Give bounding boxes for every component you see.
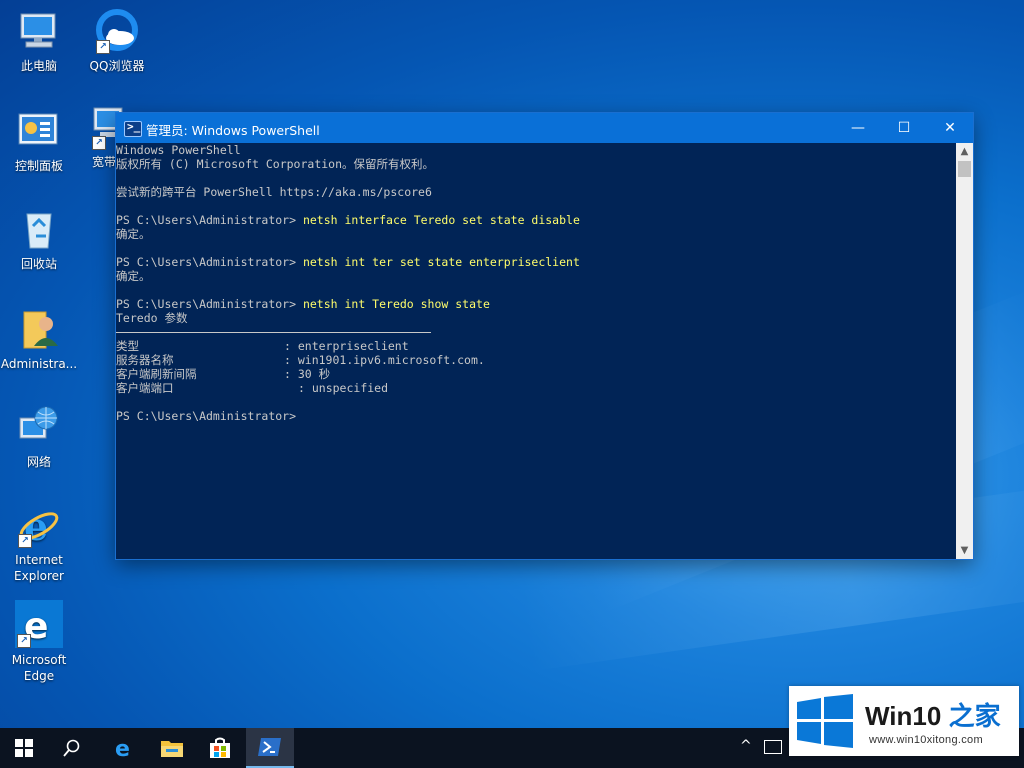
- console-line: Windows PowerShell: [116, 143, 241, 157]
- console-command-line: PS C:\Users\Administrator> netsh interfa…: [116, 213, 580, 227]
- watermark-brand-accent: 之家: [948, 701, 1001, 731]
- console-line: 确定。: [116, 269, 151, 283]
- user-folder-icon: [16, 306, 62, 352]
- console-output[interactable]: Windows PowerShell 版权所有 (C) Microsoft Co…: [116, 143, 956, 559]
- shortcut-arrow-icon: ↗: [18, 534, 32, 548]
- desktop-icon-label: Internet Explorer: [14, 553, 64, 583]
- param-row: 客户端端口: unspecified: [116, 381, 388, 395]
- microsoft-edge-icon: e: [115, 737, 130, 760]
- desktop-icon-administrator[interactable]: Administra...: [0, 306, 78, 372]
- window-title: 管理员: Windows PowerShell: [146, 123, 320, 138]
- console-line: Teredo 参数: [116, 311, 188, 325]
- windows-flag-icon: [797, 694, 853, 748]
- taskbar-powershell-button[interactable]: [246, 728, 294, 768]
- scrollbar-thumb[interactable]: [958, 161, 971, 177]
- computer-icon: [16, 8, 62, 54]
- microsoft-edge-icon: e ↗: [15, 600, 63, 648]
- param-value: unspecified: [311, 381, 389, 395]
- command-text: netsh interface Teredo set state disable: [302, 213, 580, 227]
- console-prompt-line: PS C:\Users\Administrator>: [116, 409, 297, 423]
- svg-text:e: e: [115, 737, 130, 760]
- network-globe-icon: [16, 404, 62, 450]
- recycle-bin-icon: [16, 206, 62, 252]
- desktop-icon-label: QQ浏览器: [89, 59, 145, 73]
- console-line: 尝试新的跨平台 PowerShell https://aka.ms/pscore…: [116, 185, 432, 199]
- taskbar-store-button[interactable]: [196, 728, 244, 768]
- shortcut-arrow-icon: ↗: [92, 136, 106, 150]
- command-text: netsh int ter set state enterpriseclient: [302, 255, 580, 269]
- param-row: 类型: enterpriseclient: [116, 339, 409, 353]
- start-button[interactable]: [0, 728, 48, 768]
- param-key: 客户端端口: [116, 381, 174, 395]
- param-value: 30 秒: [297, 367, 331, 381]
- show-hidden-icons-chevron-icon[interactable]: ^: [740, 738, 752, 754]
- param-sep: :: [298, 381, 312, 395]
- desktop-icon-label: 此电脑: [20, 59, 57, 73]
- search-icon: [63, 739, 80, 757]
- desktop-icon-label: 网络: [26, 455, 51, 469]
- desktop-icon-label: 回收站: [20, 257, 57, 271]
- control-panel-icon: [16, 108, 62, 154]
- console-line: 确定。: [116, 227, 151, 241]
- param-value: win1901.ipv6.microsoft.com.: [297, 353, 485, 367]
- param-value: enterpriseclient: [297, 339, 409, 353]
- maximize-button[interactable]: ☐: [881, 113, 927, 143]
- scroll-up-icon[interactable]: ▲: [956, 143, 973, 160]
- param-row: 客户端刷新间隔: 30 秒: [116, 367, 330, 381]
- command-text: netsh int Teredo show state: [302, 297, 490, 311]
- param-sep: :: [284, 339, 298, 353]
- watermark-brand: Win10 之家: [865, 696, 1001, 733]
- desktop-icon-label: Microsoft Edge: [11, 653, 67, 683]
- desktop-icon-control-panel[interactable]: 控制面板: [0, 108, 78, 174]
- watermark-brand-main: Win10: [865, 701, 942, 731]
- param-key: 类型: [116, 339, 139, 353]
- internet-explorer-icon: e ↗: [16, 502, 62, 549]
- minimize-button[interactable]: —: [835, 113, 881, 143]
- desktop-icon-microsoft-edge[interactable]: e ↗ Microsoft Edge: [0, 600, 78, 684]
- param-row: 服务器名称: win1901.ipv6.microsoft.com.: [116, 353, 485, 367]
- shortcut-arrow-icon: ↗: [17, 634, 31, 648]
- prompt: PS C:\Users\Administrator>: [116, 297, 303, 311]
- windows-logo-icon: [15, 739, 33, 757]
- console-line: 版权所有 (C) Microsoft Corporation。保留所有权利。: [116, 157, 435, 171]
- desktop-icon-this-pc[interactable]: 此电脑: [0, 8, 78, 74]
- prompt: PS C:\Users\Administrator>: [116, 213, 303, 227]
- shortcut-arrow-icon: ↗: [96, 40, 110, 54]
- qq-browser-icon: ↗: [94, 8, 140, 54]
- desktop-icon-qq-browser[interactable]: ↗ QQ浏览器: [78, 8, 156, 74]
- desktop-icon-network[interactable]: 网络: [0, 404, 78, 470]
- param-key: 服务器名称: [116, 353, 174, 367]
- console-command-line: PS C:\Users\Administrator> netsh int Ter…: [116, 297, 490, 311]
- console-command-line: PS C:\Users\Administrator> netsh int ter…: [116, 255, 580, 269]
- desktop-icon-label: Administra...: [0, 357, 78, 371]
- folder-icon: [161, 741, 183, 757]
- watermark-logo: Win10 之家 www.win10xitong.com: [789, 686, 1019, 756]
- param-sep: :: [284, 367, 298, 381]
- powershell-icon: >_: [124, 120, 142, 137]
- taskbar-edge-button[interactable]: e: [100, 728, 148, 768]
- prompt: PS C:\Users\Administrator>: [116, 255, 303, 269]
- param-key: 客户端刷新间隔: [116, 367, 197, 381]
- desktop-icon-label: 控制面板: [14, 159, 63, 173]
- watermark-url: www.win10xitong.com: [869, 734, 983, 746]
- window-titlebar[interactable]: >_ 管理员: Windows PowerShell — ☐ ✕: [116, 113, 973, 143]
- console-separator: [116, 332, 431, 333]
- desktop-icon-internet-explorer[interactable]: e ↗ Internet Explorer: [0, 502, 78, 584]
- vertical-scrollbar[interactable]: ▲ ▼: [956, 143, 973, 559]
- scroll-down-icon[interactable]: ▼: [956, 542, 973, 559]
- search-button[interactable]: [48, 728, 96, 768]
- param-sep: :: [284, 353, 298, 367]
- store-bag-icon: [210, 737, 230, 758]
- desktop-icon-recycle-bin[interactable]: 回收站: [0, 206, 78, 272]
- powershell-window[interactable]: >_ 管理员: Windows PowerShell — ☐ ✕ Windows…: [116, 113, 973, 559]
- taskbar-file-explorer-button[interactable]: [148, 728, 196, 768]
- network-status-icon[interactable]: [764, 740, 782, 754]
- close-button[interactable]: ✕: [927, 113, 973, 143]
- powershell-icon: [258, 738, 281, 756]
